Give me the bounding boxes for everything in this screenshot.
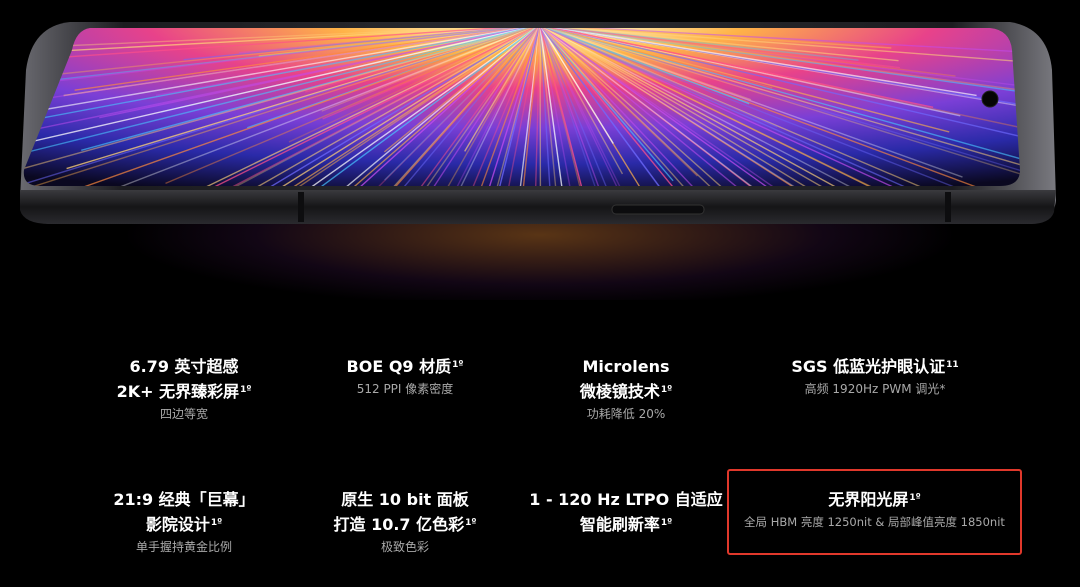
spec-title-2: 影院设计1º xyxy=(145,515,223,534)
spec-10bit-panel: 原生 10 bit 面板 打造 10.7 亿色彩1º 极致色彩 xyxy=(280,487,530,557)
phone-display-icon xyxy=(20,22,1056,224)
spec-title-2: 2K+ 无界臻彩屏1º xyxy=(116,382,252,401)
spec-eye-care: SGS 低蓝光护眼认证11 高频 1920Hz PWM 调光* xyxy=(750,354,1000,399)
spec-title: SGS 低蓝光护眼认证11 xyxy=(791,357,959,376)
spec-subtitle: 四边等宽 xyxy=(159,407,208,421)
spec-subtitle: 单手握持黄金比例 xyxy=(135,540,232,554)
spec-title-2: 打造 10.7 亿色彩1º xyxy=(333,515,477,534)
spec-screen-size: 6.79 英寸超感 2K+ 无界臻彩屏1º 四边等宽 xyxy=(59,354,309,424)
spec-subtitle: 全局 HBM 亮度 1250nit & 局部峰值亮度 1850nit xyxy=(744,515,1005,529)
spec-material: BOE Q9 材质1º 512 PPI 像素密度 xyxy=(280,354,530,399)
spec-aspect-ratio: 21:9 经典「巨幕」 影院设计1º 单手握持黄金比例 xyxy=(59,487,309,557)
spec-subtitle: 512 PPI 像素密度 xyxy=(356,382,454,396)
spec-subtitle: 极致色彩 xyxy=(380,540,429,554)
spec-title: 1 - 120 Hz LTPO 自适应 xyxy=(529,490,723,509)
spec-title: Microlens xyxy=(582,357,670,376)
spec-subtitle: 功耗降低 20% xyxy=(586,407,666,421)
spec-title: 原生 10 bit 面板 xyxy=(341,490,469,509)
spec-sunlight-screen: 无界阳光屏1º 全局 HBM 亮度 1250nit & 局部峰值亮度 1850n… xyxy=(727,487,1022,532)
spec-title: BOE Q9 材质1º xyxy=(346,357,464,376)
display-specs-section: 6.79 英寸超感 2K+ 无界臻彩屏1º 四边等宽 BOE Q9 材质1º 5… xyxy=(0,0,1080,587)
spec-title-2: 智能刷新率1º xyxy=(579,515,673,534)
spec-refresh-rate: 1 - 120 Hz LTPO 自适应 智能刷新率1º xyxy=(501,487,751,537)
spec-title: 无界阳光屏1º xyxy=(828,490,921,509)
spec-title: 21:9 经典「巨幕」 xyxy=(113,490,255,509)
spec-microlens: Microlens 微棱镜技术1º 功耗降低 20% xyxy=(501,354,751,424)
spec-title: 6.79 英寸超感 xyxy=(129,357,239,376)
light-ray xyxy=(539,28,542,186)
spec-subtitle: 高频 1920Hz PWM 调光* xyxy=(804,382,946,396)
spec-title-2: 微棱镜技术1º xyxy=(579,382,673,401)
